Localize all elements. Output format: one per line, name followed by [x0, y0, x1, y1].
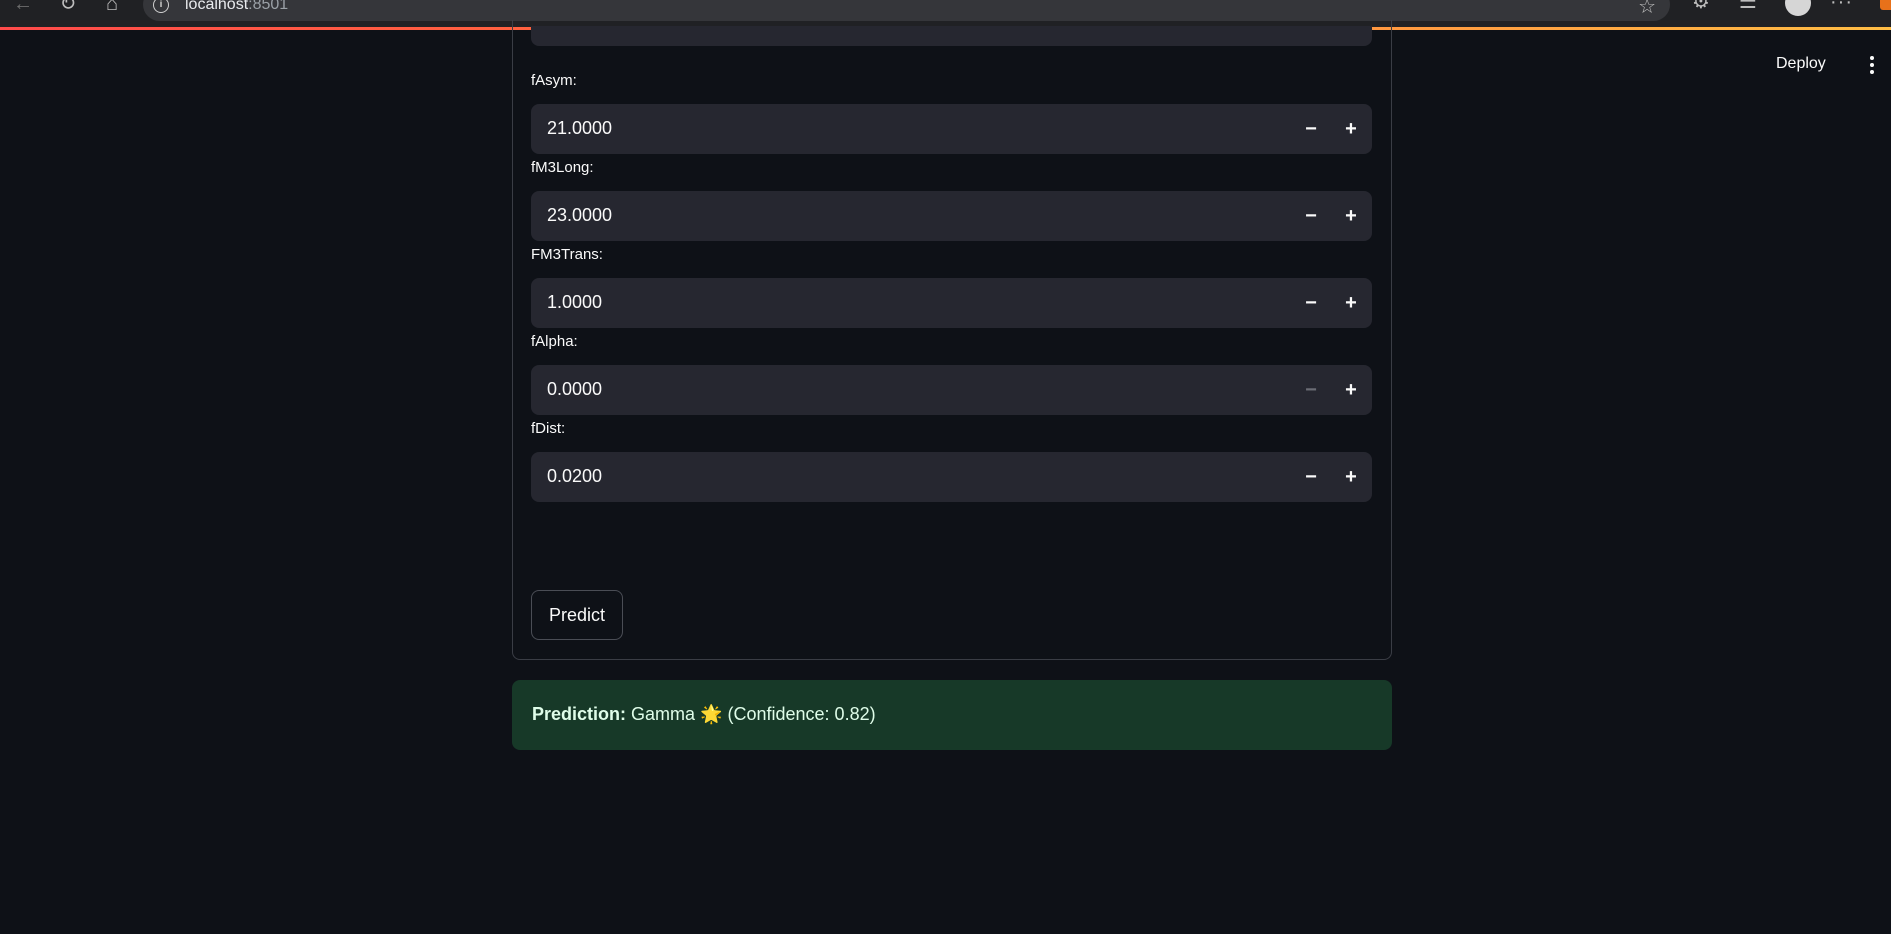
falpha-decrement-button[interactable]: − — [1291, 365, 1331, 415]
field-label-fm3long: fM3Long: — [531, 159, 594, 176]
fm3trans-increment-button[interactable]: + — [1331, 278, 1371, 328]
url-host: localhost — [185, 0, 249, 13]
address-bar[interactable]: i localhost:8501 ☆ — [143, 0, 1670, 21]
fm3trans-decrement-button[interactable]: − — [1291, 278, 1331, 328]
fasym-increment-button[interactable]: + — [1331, 104, 1371, 154]
field-label-falpha: fAlpha: — [531, 333, 578, 350]
reading-list-icon[interactable]: ☰ — [1739, 0, 1757, 12]
back-arrow-icon[interactable]: ← — [12, 0, 34, 14]
field-label-fdist: fDist: — [531, 420, 566, 437]
fdist-value[interactable]: 0.0200 — [547, 466, 602, 487]
star-icon: 🌟 — [700, 704, 723, 724]
fasym-decrement-button[interactable]: − — [1291, 104, 1331, 154]
fdist-input[interactable]: 0.0200 − + — [531, 452, 1372, 502]
fm3trans-input[interactable]: 1.0000 − + — [531, 278, 1372, 328]
clipped-number-input[interactable] — [531, 26, 1372, 46]
extensions-icon[interactable]: ⚙ — [1692, 0, 1710, 12]
prediction-confidence: (Confidence: 0.82) — [727, 704, 876, 724]
url-text: localhost:8501 — [185, 0, 288, 14]
fm3long-increment-button[interactable]: + — [1331, 191, 1371, 241]
falpha-increment-button[interactable]: + — [1331, 365, 1371, 415]
field-label-fasym: fAsym: — [531, 72, 577, 89]
main-menu-icon[interactable] — [1866, 52, 1878, 78]
url-port: :8501 — [248, 0, 289, 13]
prediction-form: fAsym: 21.0000 − + fM3Long: 23.0000 − + … — [512, 20, 1392, 660]
fm3long-value[interactable]: 23.0000 — [547, 205, 612, 226]
fdist-decrement-button[interactable]: − — [1291, 452, 1331, 502]
home-icon[interactable]: ⌂ — [101, 0, 123, 14]
prediction-class: Gamma — [631, 704, 696, 724]
fm3trans-value[interactable]: 1.0000 — [547, 292, 602, 313]
fm3long-input[interactable]: 23.0000 − + — [531, 191, 1372, 241]
fasym-value[interactable]: 21.0000 — [547, 118, 612, 139]
profile-avatar[interactable] — [1785, 0, 1811, 16]
fasym-input[interactable]: 21.0000 − + — [531, 104, 1372, 154]
predict-button[interactable]: Predict — [531, 590, 623, 640]
falpha-value[interactable]: 0.0000 — [547, 379, 602, 400]
more-menu-icon[interactable]: ··· — [1830, 0, 1853, 12]
fdist-increment-button[interactable]: + — [1331, 452, 1371, 502]
site-info-icon[interactable]: i — [153, 0, 169, 13]
prediction-result-text: Prediction: Gamma 🌟 (Confidence: 0.82) — [532, 704, 876, 725]
bookmark-star-icon[interactable]: ☆ — [1638, 0, 1656, 19]
prediction-result-alert: Prediction: Gamma 🌟 (Confidence: 0.82) — [512, 680, 1392, 750]
browser-logo-icon — [1880, 0, 1891, 10]
field-label-fm3trans: FM3Trans: — [531, 246, 603, 263]
reload-icon[interactable]: ↻ — [57, 0, 79, 14]
falpha-input[interactable]: 0.0000 − + — [531, 365, 1372, 415]
fm3long-decrement-button[interactable]: − — [1291, 191, 1331, 241]
prediction-label: Prediction: — [532, 704, 627, 724]
deploy-button[interactable]: Deploy — [1776, 55, 1826, 73]
